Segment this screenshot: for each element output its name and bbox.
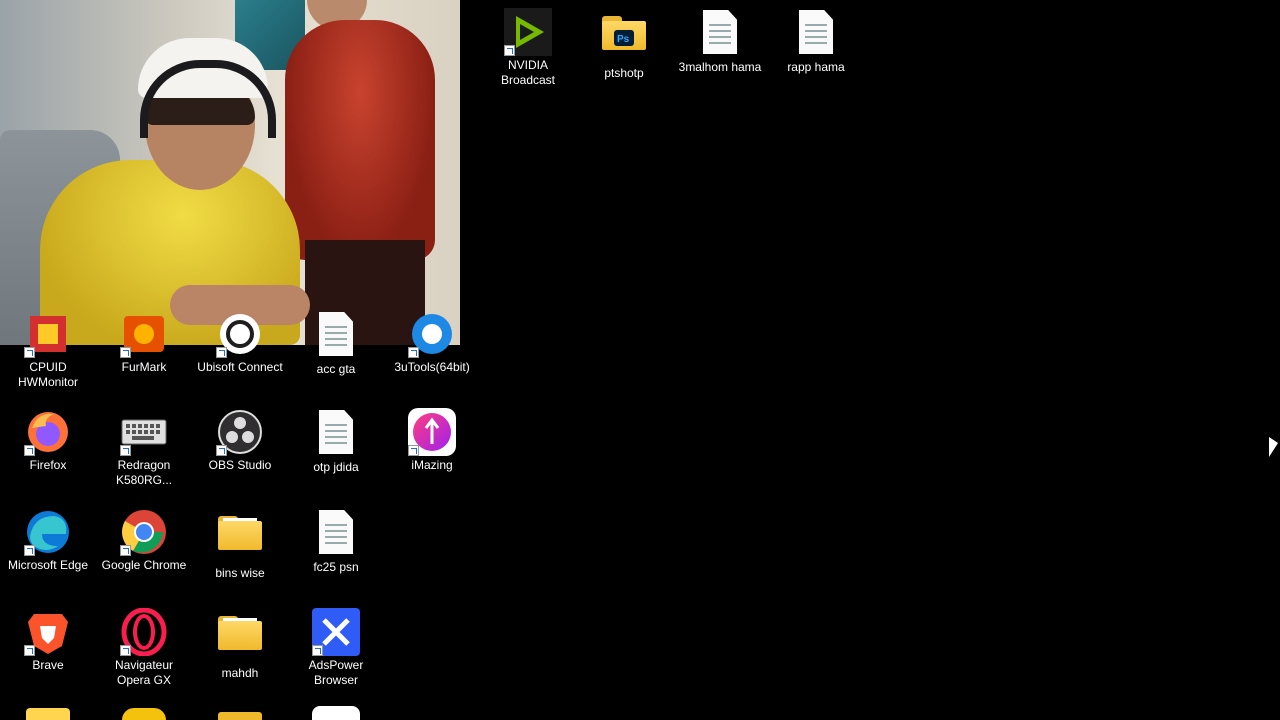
icon-label: Microsoft Edge xyxy=(7,558,89,572)
desktop-icon-bins-wise[interactable]: bins wise xyxy=(195,508,285,581)
desktop-icon-3malhom-hama[interactable]: 3malhom hama xyxy=(675,8,765,75)
icon-label: Brave xyxy=(32,658,64,672)
imazing-icon xyxy=(408,408,456,456)
desktop-icon-imazing[interactable]: iMazing xyxy=(387,408,477,473)
icon-label: Firefox xyxy=(29,458,67,472)
icon-label: rapp hama xyxy=(787,60,845,74)
desktop-icon-google-chrome[interactable]: Google Chrome xyxy=(99,508,189,573)
3utools-icon xyxy=(408,310,456,358)
svg-text:Ps: Ps xyxy=(617,34,630,45)
obs-icon xyxy=(216,408,264,456)
desktop[interactable]: NVIDIA Broadcast Ps ptshotp 3malhom hama… xyxy=(0,0,1280,720)
icon-label: Redragon K580RG... xyxy=(115,458,173,487)
icon-label: OBS Studio xyxy=(208,458,272,472)
text-file-icon xyxy=(792,10,840,58)
ubisoft-icon xyxy=(216,310,264,358)
firefox-icon xyxy=(24,408,72,456)
partial-icon[interactable] xyxy=(122,708,166,720)
icon-label: 3malhom hama xyxy=(678,60,762,74)
icon-label: AdsPower Browser xyxy=(308,658,364,687)
desktop-icon-brave[interactable]: Brave xyxy=(3,608,93,673)
desktop-icon-opera-gx[interactable]: Navigateur Opera GX xyxy=(99,607,189,688)
icon-label: iMazing xyxy=(411,458,453,472)
text-file-icon xyxy=(312,312,360,360)
text-file-icon xyxy=(312,410,360,458)
folder-photoshop-icon: Ps xyxy=(600,16,648,64)
desktop-icon-obs-studio[interactable]: OBS Studio xyxy=(195,408,285,473)
edge-icon xyxy=(24,508,72,556)
furmark-icon xyxy=(120,310,168,358)
icon-label: ptshotp xyxy=(604,66,644,80)
desktop-icon-redragon[interactable]: Redragon K580RG... xyxy=(99,408,189,488)
icon-label: CPUID HWMonitor xyxy=(17,360,78,389)
icon-label: otp jdida xyxy=(313,460,359,474)
desktop-icon-acc-gta[interactable]: acc gta xyxy=(291,310,381,377)
brave-icon xyxy=(24,608,72,656)
icon-label: fc25 psn xyxy=(313,560,359,574)
partial-icon[interactable] xyxy=(312,706,360,720)
icon-label: Navigateur Opera GX xyxy=(114,658,174,687)
desktop-icon-ubisoft-connect[interactable]: Ubisoft Connect xyxy=(195,310,285,375)
text-file-icon xyxy=(312,510,360,558)
icon-label: NVIDIA Broadcast xyxy=(500,58,556,87)
webcam-overlay xyxy=(0,0,460,345)
desktop-icon-firefox[interactable]: Firefox xyxy=(3,408,93,473)
icon-label: mahdh xyxy=(221,666,259,680)
icon-label: bins wise xyxy=(215,566,265,580)
keyboard-icon xyxy=(120,408,168,456)
desktop-icon-mahdh[interactable]: mahdh xyxy=(195,608,285,681)
nvidia-broadcast-icon xyxy=(504,8,552,56)
desktop-icon-fc25-psn[interactable]: fc25 psn xyxy=(291,508,381,575)
desktop-icon-3utools[interactable]: 3uTools(64bit) xyxy=(387,310,477,375)
folder-icon xyxy=(216,616,264,664)
folder-icon xyxy=(216,516,264,564)
icon-label: FurMark xyxy=(121,360,167,374)
chrome-icon xyxy=(120,508,168,556)
icon-label: Ubisoft Connect xyxy=(197,360,283,374)
desktop-icon-otp-jdida[interactable]: otp jdida xyxy=(291,408,381,475)
adspower-icon xyxy=(312,608,360,656)
desktop-icon-microsoft-edge[interactable]: Microsoft Edge xyxy=(3,508,93,573)
icon-label: Google Chrome xyxy=(101,558,187,572)
partial-icon[interactable] xyxy=(26,708,70,720)
icon-label: acc gta xyxy=(316,362,356,376)
desktop-icon-adspower[interactable]: AdsPower Browser xyxy=(291,608,381,688)
text-file-icon xyxy=(696,10,744,58)
opera-gx-icon xyxy=(120,607,168,657)
desktop-icon-furmark[interactable]: FurMark xyxy=(99,310,189,375)
desktop-icon-cpuid-hwmonitor[interactable]: CPUID HWMonitor xyxy=(3,310,93,390)
mouse-cursor-icon xyxy=(1269,437,1278,457)
desktop-icon-ptshotp[interactable]: Ps ptshotp xyxy=(579,8,669,81)
hwmonitor-icon xyxy=(24,310,72,358)
desktop-icon-rapp-hama[interactable]: rapp hama xyxy=(771,8,861,75)
desktop-icon-nvidia-broadcast[interactable]: NVIDIA Broadcast xyxy=(483,8,573,88)
partial-icon[interactable] xyxy=(218,712,262,720)
icon-label: 3uTools(64bit) xyxy=(394,360,470,374)
